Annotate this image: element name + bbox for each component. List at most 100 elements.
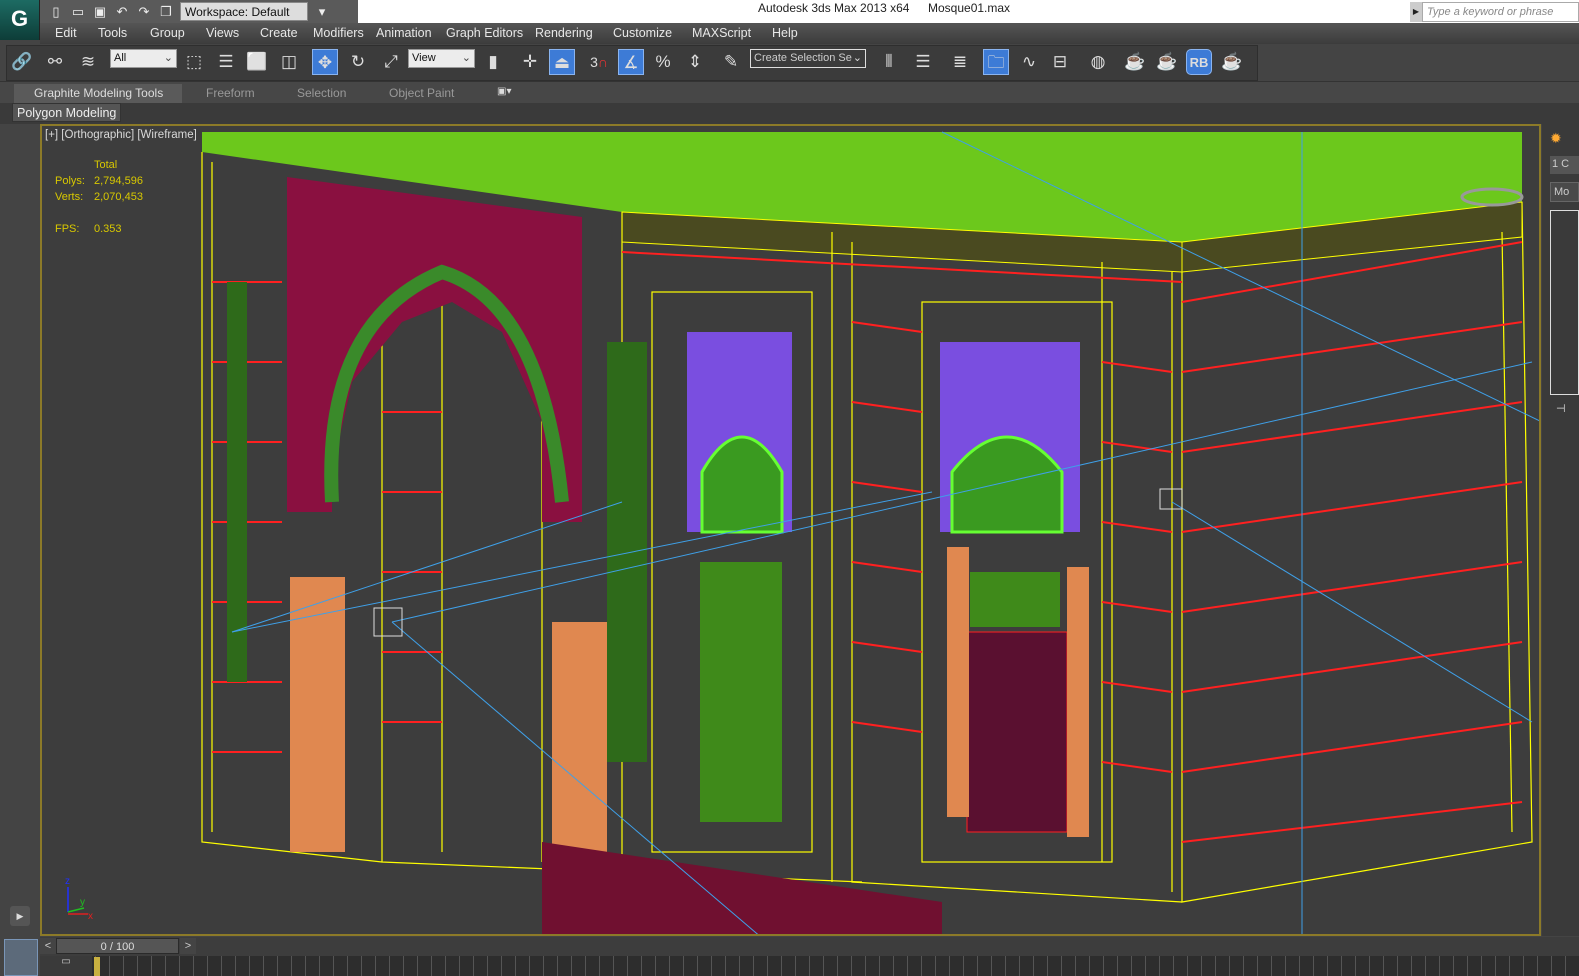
menu-help[interactable]: Help xyxy=(772,26,798,40)
time-slider[interactable]: 0 / 100 xyxy=(56,938,179,954)
track-bar[interactable] xyxy=(40,956,1579,976)
menu-rendering[interactable]: Rendering xyxy=(535,26,593,40)
menu-create[interactable]: Create xyxy=(260,26,298,40)
ribbon-panel-bar xyxy=(0,103,1579,124)
edit-named-selection-icon[interactable]: ✎ xyxy=(718,49,744,75)
menu-animation[interactable]: Animation xyxy=(376,26,432,40)
column xyxy=(1067,567,1089,837)
material-editor-icon[interactable]: ◍ xyxy=(1085,49,1111,75)
rb-button[interactable]: RB xyxy=(1186,49,1212,75)
rendered-frame-window-icon[interactable]: ☕ xyxy=(1154,49,1180,75)
axis-x-label: x xyxy=(88,911,93,922)
save-icon[interactable]: ▣ xyxy=(92,4,108,20)
panel-polygon-modeling[interactable]: Polygon Modeling xyxy=(12,103,122,122)
scene-wireframe xyxy=(67,131,1539,934)
mirror-icon[interactable]: ⫴ xyxy=(876,49,902,75)
percent-snap-icon[interactable]: % xyxy=(650,49,676,75)
play-icon[interactable]: ▶ xyxy=(10,906,30,926)
axis-z-label: z xyxy=(65,876,70,887)
search-expand-icon[interactable]: ▶ xyxy=(1410,2,1422,22)
pin-stack-icon[interactable]: ⊣ xyxy=(1556,402,1566,415)
chevron-down-icon: ⌄ xyxy=(163,52,173,64)
menu-edit[interactable]: Edit xyxy=(55,26,77,40)
selection-filter-dropdown[interactable]: All ⌄ xyxy=(110,49,177,68)
railing xyxy=(542,842,942,934)
right-door xyxy=(966,631,1068,833)
command-panel: ✹ 1 C Mo ⊣ xyxy=(1542,124,1579,936)
command-panel-field[interactable]: 1 C xyxy=(1550,156,1579,174)
y-axis-line xyxy=(67,907,85,913)
fps-label: FPS: xyxy=(55,223,80,235)
search-input[interactable]: Type a keyword or phrase xyxy=(1422,2,1579,22)
quick-access-toolbar: ▯ ▭ ▣ ↶ ↷ ❐ Workspace: Default ▾ xyxy=(40,0,358,23)
select-and-link-icon[interactable]: 🔗 xyxy=(9,49,35,75)
tab-object-paint[interactable]: Object Paint xyxy=(389,86,454,100)
align-icon[interactable]: ☰ xyxy=(910,49,936,75)
menu-views[interactable]: Views xyxy=(206,26,239,40)
next-frame-button[interactable]: > xyxy=(180,938,196,954)
menu-customize[interactable]: Customize xyxy=(613,26,672,40)
new-file-icon[interactable]: ▯ xyxy=(48,4,64,20)
verts-value: 2,070,453 xyxy=(94,191,143,203)
named-selection-placeholder: Create Selection Se xyxy=(754,52,852,64)
viewport-label[interactable]: [+] [Orthographic] [Wireframe] xyxy=(45,129,197,141)
polys-label: Polys: xyxy=(55,175,85,187)
named-selection-dropdown[interactable]: Create Selection Se ⌄ xyxy=(750,49,866,68)
menu-group[interactable]: Group xyxy=(150,26,185,40)
tab-selection[interactable]: Selection xyxy=(297,86,346,100)
rectangular-selection-icon[interactable]: ⬜ xyxy=(244,49,270,75)
select-object-icon[interactable]: ⬚ xyxy=(181,49,207,75)
curve-editor-icon[interactable]: ∿ xyxy=(1016,49,1042,75)
angle-snap-icon[interactable]: ∡ xyxy=(618,49,644,75)
pivot-center-icon[interactable]: ▮ xyxy=(480,49,506,75)
app-title: Autodesk 3ds Max 2013 x64 xyxy=(758,1,910,15)
modifier-stack[interactable] xyxy=(1550,210,1579,395)
menu-tools[interactable]: Tools xyxy=(98,26,127,40)
menu-modifiers[interactable]: Modifiers xyxy=(313,26,364,40)
reference-coordinate-value: View xyxy=(412,52,436,64)
project-folder-icon[interactable]: ❐ xyxy=(158,4,174,20)
open-file-icon[interactable]: ▭ xyxy=(70,4,86,20)
workspace-dropdown[interactable]: Workspace: Default xyxy=(180,2,308,21)
tab-graphite-modeling-tools[interactable]: Graphite Modeling Tools xyxy=(14,84,182,103)
schematic-view-icon[interactable]: ⊟ xyxy=(1047,49,1073,75)
app-menu-button[interactable]: G xyxy=(0,0,40,40)
bind-space-warp-icon[interactable]: ≋ xyxy=(75,49,101,75)
axis-y-label: y xyxy=(80,897,85,908)
chevron-down-icon: ⌄ xyxy=(461,52,471,64)
unlink-icon[interactable]: ⚯ xyxy=(42,49,68,75)
manipulate-icon[interactable]: ✛ xyxy=(517,49,543,75)
menu-maxscript[interactable]: MAXScript xyxy=(692,26,751,40)
spinner-snap-icon[interactable]: ⇕ xyxy=(682,49,708,75)
select-and-scale-icon[interactable]: ⤢ xyxy=(378,49,404,75)
snaps-toggle-icon[interactable]: 3∩ xyxy=(586,49,612,75)
modifier-list-dropdown[interactable]: Mo xyxy=(1550,182,1579,202)
key-filter-icon[interactable]: ▭ xyxy=(40,956,92,976)
render-production-icon[interactable]: ☕ xyxy=(1219,49,1245,75)
keyboard-shortcut-override-icon[interactable]: ⏏ xyxy=(549,49,575,75)
undo-icon[interactable]: ↶ xyxy=(114,4,130,20)
mini-listener[interactable] xyxy=(4,939,38,976)
select-by-name-icon[interactable]: ☰ xyxy=(213,49,239,75)
ribbon-options-icon[interactable]: ▣▾ xyxy=(497,86,511,97)
snap-dimension-label: 3 xyxy=(590,54,598,70)
file-title: Mosque01.max xyxy=(928,1,1011,15)
red-trim-lines xyxy=(212,241,1523,843)
fps-value: 0.353 xyxy=(94,223,122,235)
scene-explorer-icon[interactable]: 🗀 xyxy=(983,49,1009,75)
redo-icon[interactable]: ↷ xyxy=(136,4,152,20)
select-and-rotate-icon[interactable]: ↻ xyxy=(345,49,371,75)
time-marker[interactable] xyxy=(94,957,100,976)
sun-icon[interactable]: ✹ xyxy=(1550,130,1562,147)
menu-graph-editors[interactable]: Graph Editors xyxy=(446,26,523,40)
window-crossing-icon[interactable]: ◫ xyxy=(276,49,302,75)
reference-coordinate-dropdown[interactable]: View ⌄ xyxy=(408,49,475,68)
tab-freeform[interactable]: Freeform xyxy=(206,86,255,100)
render-setup-icon[interactable]: ☕ xyxy=(1122,49,1148,75)
qat-dropdown-icon[interactable]: ▾ xyxy=(314,4,330,20)
select-and-move-icon[interactable]: ✥ xyxy=(312,49,338,75)
previous-frame-button[interactable]: < xyxy=(40,938,56,954)
viewport-orthographic[interactable] xyxy=(40,124,1541,936)
camera-icon xyxy=(373,607,403,637)
layer-manager-icon[interactable]: ≣ xyxy=(947,49,973,75)
